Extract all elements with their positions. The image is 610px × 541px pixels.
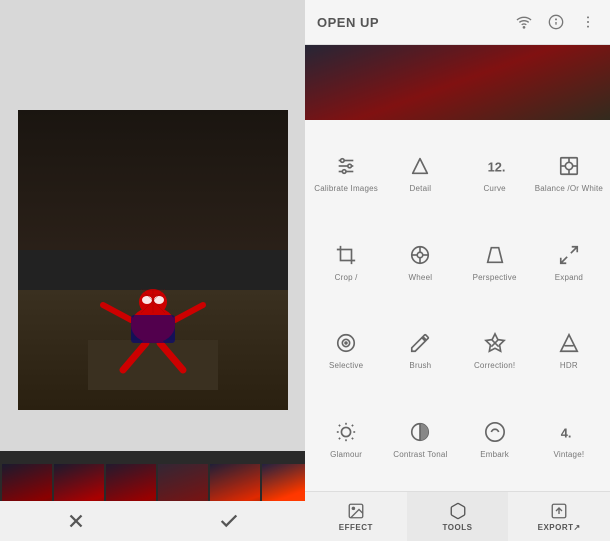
nav-label: EFFECT	[339, 523, 373, 532]
expand-icon	[555, 241, 583, 269]
brush-icon	[406, 329, 434, 357]
preview-strip	[305, 45, 610, 120]
info-icon[interactable]	[546, 12, 566, 32]
tool-perspective[interactable]: Perspective	[458, 217, 532, 306]
curve-icon: 12.	[481, 152, 509, 180]
tool-label: HDR	[560, 361, 578, 370]
contrast-tonal-icon	[406, 418, 434, 446]
tool-selective[interactable]: Selective	[309, 306, 383, 395]
tool-label: Detail	[410, 184, 432, 193]
right-panel: OPEN UP	[305, 0, 610, 541]
tool-expand[interactable]: Expand	[532, 217, 606, 306]
tool-label: Contrast Tonal	[393, 450, 447, 459]
detail-icon	[406, 152, 434, 180]
header-icons	[514, 12, 598, 32]
tool-label: Vintage!	[553, 450, 584, 459]
wifi-icon[interactable]	[514, 12, 534, 32]
tool-label: Brush	[409, 361, 431, 370]
wheel-icon	[406, 241, 434, 269]
tool-label: Crop /	[335, 273, 358, 282]
tool-contrast-tonal[interactable]: Contrast Tonal	[383, 394, 457, 483]
right-header: OPEN UP	[305, 0, 610, 45]
tool-embark[interactable]: Embark	[458, 394, 532, 483]
selective-icon	[332, 329, 360, 357]
effect-icon	[346, 501, 366, 521]
tool-label: Calibrate Images	[314, 184, 378, 193]
vintage-icon: 4.	[555, 418, 583, 446]
tool-crop[interactable]: Crop /	[309, 217, 383, 306]
perspective-icon	[481, 241, 509, 269]
tools-icon	[448, 501, 468, 521]
balance-icon	[555, 152, 583, 180]
nav-effect[interactable]: EFFECT	[305, 492, 407, 541]
tool-label: Selective	[329, 361, 363, 370]
cancel-button[interactable]	[51, 501, 101, 541]
nav-label: TOOLS	[443, 523, 473, 532]
svg-text:12.: 12.	[487, 159, 505, 174]
tool-wheel[interactable]: Wheel	[383, 217, 457, 306]
tool-hdr[interactable]: HDR	[532, 306, 606, 395]
right-bottom-nav: EFFECT TOOLS EXPORT↗	[305, 491, 610, 541]
correction-icon	[481, 329, 509, 357]
embark-icon	[481, 418, 509, 446]
tool-label: Correction!	[474, 361, 515, 370]
tool-calibrate[interactable]: Calibrate Images	[309, 128, 383, 217]
hdr-icon	[555, 329, 583, 357]
tool-glamour[interactable]: Glamour	[309, 394, 383, 483]
tool-label: Wheel	[409, 273, 433, 282]
tool-label: Perspective	[473, 273, 517, 282]
tools-grid: Calibrate Images Detail 12. Curve	[305, 120, 610, 491]
tool-correction[interactable]: Correction!	[458, 306, 532, 395]
tool-brush[interactable]: Brush	[383, 306, 457, 395]
tool-vintage[interactable]: 4. Vintage!	[532, 394, 606, 483]
glamour-icon	[332, 418, 360, 446]
main-image	[18, 110, 288, 410]
header-title: OPEN UP	[317, 15, 379, 30]
tool-label: Glamour	[330, 450, 362, 459]
left-panel: Smooth Accentuated Pop Faded Glow Mornin…	[0, 0, 305, 541]
tool-label: Curve	[483, 184, 505, 193]
nav-label: EXPORT↗	[538, 523, 581, 532]
export-icon	[549, 501, 569, 521]
tool-label: Balance /Or White	[535, 184, 603, 193]
nav-export[interactable]: EXPORT↗	[508, 492, 610, 541]
calibrate-icon	[332, 152, 360, 180]
more-icon[interactable]	[578, 12, 598, 32]
tool-label: Expand	[555, 273, 583, 282]
crop-icon	[332, 241, 360, 269]
tool-detail[interactable]: Detail	[383, 128, 457, 217]
tool-curve[interactable]: 12. Curve	[458, 128, 532, 217]
svg-text:4.: 4.	[561, 426, 572, 441]
bottom-bar	[0, 501, 305, 541]
tool-label: Embark	[480, 450, 509, 459]
nav-tools[interactable]: TOOLS	[407, 492, 509, 541]
tool-balance[interactable]: Balance /Or White	[532, 128, 606, 217]
confirm-button[interactable]	[204, 501, 254, 541]
spiderman-figure	[88, 240, 218, 390]
